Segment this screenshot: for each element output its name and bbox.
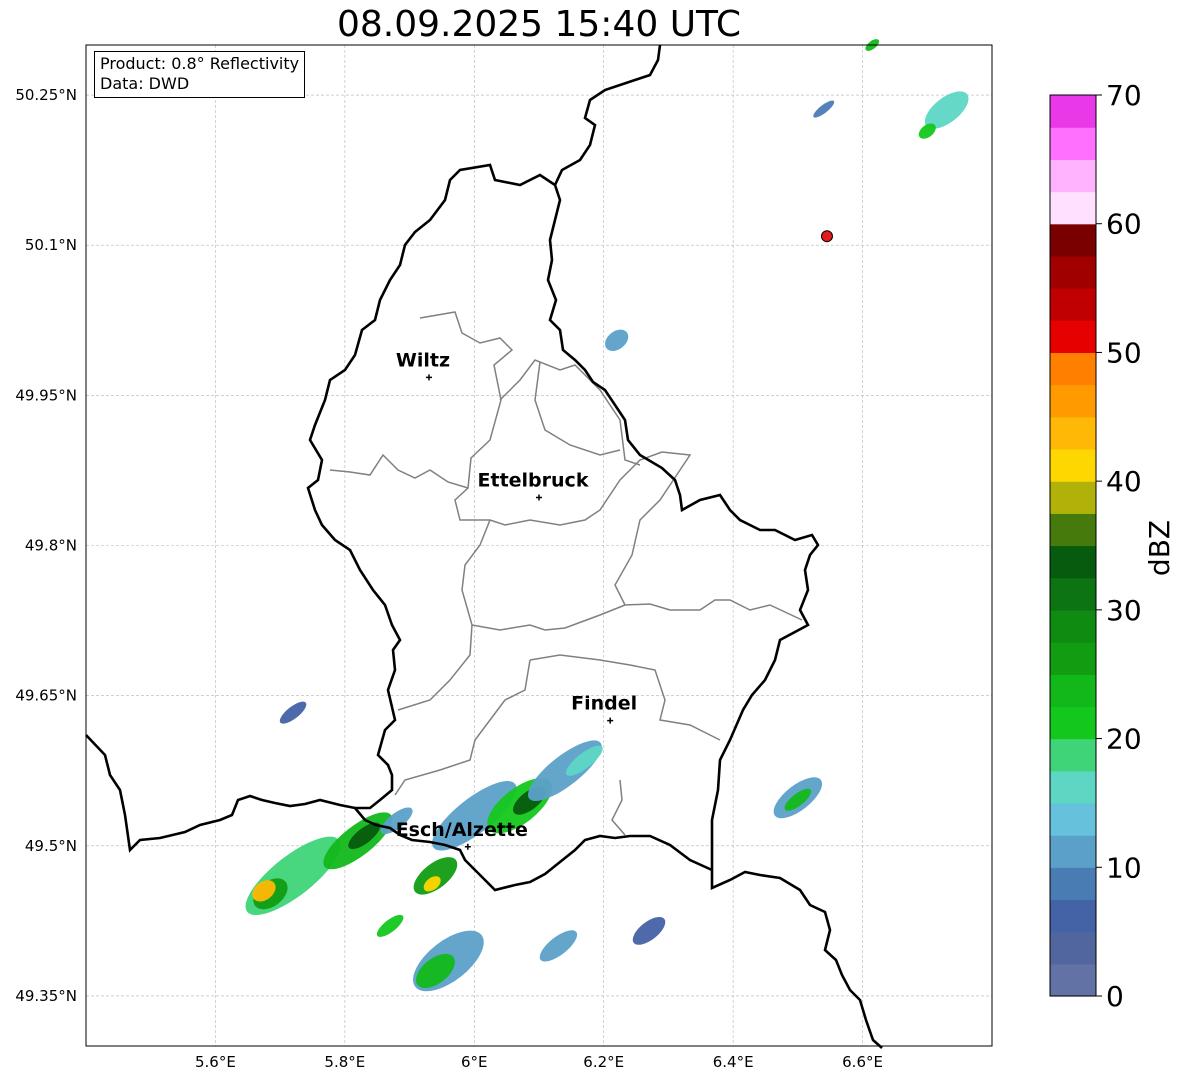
- product-label: Product: 0.8° Reflectivity: [100, 54, 300, 73]
- reflectivity-echo: [279, 701, 307, 724]
- axis-ticks: 5.6°E 5.8°E 6°E 6.2°E 6.4°E 6.6°E 49.35°N 49.5°…: [15, 86, 883, 1071]
- colorbar-segment: [1050, 738, 1096, 772]
- canton-boundaries-6: [471, 604, 626, 631]
- colorbar-segment: [1050, 802, 1096, 836]
- colorbar-segment: [1050, 545, 1096, 579]
- colorbar-unit-label: dBZ: [1143, 520, 1176, 576]
- reflectivity-echo: [528, 740, 602, 802]
- city-marker-icon: [425, 374, 432, 381]
- radar-echoes: [245, 39, 969, 992]
- boundaries: [85, 44, 883, 1049]
- lon-tick-label: 6.2°E: [583, 1053, 624, 1071]
- city-marker-icon: [607, 717, 614, 724]
- canton-boundaries: [419, 311, 803, 621]
- colorbar-segment: [1050, 609, 1096, 643]
- lat-tick-label: 49.35°N: [15, 987, 77, 1005]
- colorbar-tick-label: 40: [1106, 465, 1142, 498]
- reflectivity-echo: [245, 836, 341, 916]
- colorbar-segment: [1050, 931, 1096, 965]
- lat-tick-label: 49.5°N: [25, 837, 77, 855]
- colorbar-segment: [1050, 899, 1096, 933]
- colorbar-segment: [1050, 642, 1096, 675]
- reflectivity-echo: [813, 100, 835, 118]
- radar-map: WiltzEttelbruckFindelEsch/Alzette 5.6°E 5…: [15, 39, 1176, 1071]
- colorbar-segment: [1050, 481, 1096, 514]
- colorbar-segment: [1050, 352, 1096, 386]
- lat-tick-label: 49.95°N: [15, 386, 77, 404]
- canton-boundaries-8: [394, 659, 531, 796]
- colorbar-segment: [1050, 674, 1096, 707]
- colorbar-tick-label: 20: [1106, 723, 1142, 756]
- city-marker-icon: [464, 843, 471, 850]
- city-label: Wiltz: [396, 349, 450, 371]
- canton-boundaries-2: [329, 453, 469, 489]
- colorbar-tick-label: 0: [1106, 980, 1124, 1013]
- lon-tick-label: 5.6°E: [195, 1053, 236, 1071]
- colorbar-tick-label: 60: [1106, 208, 1142, 241]
- radar-site-marker: [820, 230, 833, 243]
- country-borders-3: [553, 44, 662, 186]
- data-source-label: Data: DWD: [100, 74, 190, 93]
- canton-boundaries-9: [611, 779, 626, 836]
- reflectivity-echo: [413, 857, 458, 895]
- city-markers: Wiltz Ettelbruck Findel Esch/Alzette: [396, 349, 637, 850]
- colorbar-tick-label: 10: [1106, 851, 1142, 884]
- colorbar-segment: [1050, 288, 1096, 321]
- colorbar-segment: [1050, 320, 1096, 354]
- city-label: Ettelbruck: [478, 469, 589, 491]
- lon-tick-label: 6.6°E: [842, 1053, 883, 1071]
- colorbar-segment: [1050, 577, 1096, 611]
- colorbar-segment: [1050, 448, 1096, 482]
- graticule-grid: [86, 45, 992, 1046]
- colorbar-segment: [1050, 706, 1096, 740]
- reflectivity-echo: [539, 930, 578, 962]
- colorbar: 0 10 20 30 40 50 60 70 dBZ: [1049, 79, 1176, 1013]
- reflectivity-echo: [605, 329, 629, 351]
- colorbar-segment: [1050, 963, 1096, 997]
- colorbar-segment: [1050, 223, 1096, 257]
- colorbar-segment: [1050, 513, 1096, 547]
- colorbar-segment: [1050, 255, 1096, 289]
- colorbar-segment: [1050, 95, 1096, 128]
- colorbar-segment: [1050, 770, 1096, 804]
- colorbar-segment: [1050, 416, 1096, 450]
- city-label: Esch/Alzette: [396, 819, 528, 841]
- lon-tick-label: 6.4°E: [713, 1053, 754, 1071]
- colorbar-segment: [1050, 384, 1096, 418]
- colorbar-tick-label: 50: [1106, 336, 1142, 369]
- lat-tick-label: 50.1°N: [25, 236, 77, 254]
- colorbar-tick-label: 30: [1106, 594, 1142, 627]
- info-box: Product: 0.8° Reflectivity Data: DWD: [94, 51, 306, 98]
- city-label: Findel: [571, 693, 637, 715]
- lat-tick-label: 49.65°N: [15, 687, 77, 705]
- colorbar-segment: [1050, 191, 1096, 225]
- canton-boundaries-4: [534, 361, 621, 456]
- reflectivity-echo: [632, 916, 666, 945]
- reflectivity-echo: [376, 914, 404, 937]
- lon-tick-label: 6°E: [461, 1053, 488, 1071]
- colorbar-segment: [1050, 159, 1096, 193]
- colorbar-segment: [1050, 867, 1096, 901]
- colorbar-tick-label: 70: [1106, 79, 1142, 112]
- canton-boundaries-5: [397, 519, 491, 711]
- lat-tick-label: 50.25°N: [15, 86, 77, 104]
- city-marker-icon: [536, 494, 542, 501]
- colorbar-segment: [1050, 835, 1096, 868]
- lat-tick-label: 49.8°N: [25, 537, 77, 555]
- lon-tick-label: 5.8°E: [324, 1053, 365, 1071]
- colorbar-segment: [1050, 127, 1096, 160]
- radar-site-dot: [820, 230, 833, 243]
